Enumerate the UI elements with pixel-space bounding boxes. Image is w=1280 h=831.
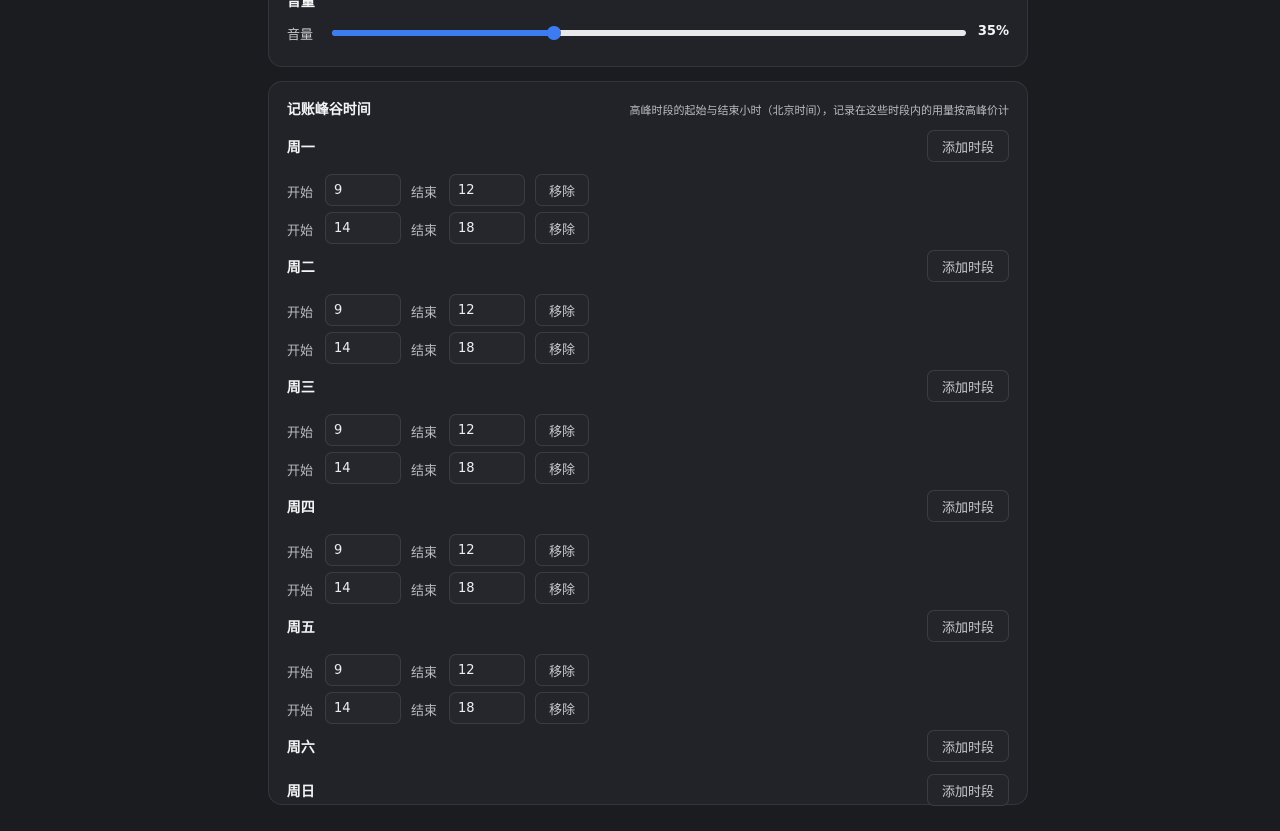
- day-row: 周三 添加时段: [287, 370, 1009, 414]
- remove-slot-button[interactable]: 移除: [535, 212, 589, 244]
- time-slot-row: 开始 结束 移除: [287, 212, 1009, 250]
- add-slot-button[interactable]: 添加时段: [927, 774, 1009, 806]
- end-label: 结束: [411, 224, 438, 239]
- remove-slot-button[interactable]: 移除: [535, 332, 589, 364]
- add-slot-button[interactable]: 添加时段: [927, 370, 1009, 402]
- end-label: 结束: [411, 186, 438, 201]
- end-label: 结束: [411, 426, 438, 441]
- day-name: 周四: [287, 500, 315, 516]
- peak-time-card: 记账峰谷时间 高峰时段的起始与结束小时（北京时间），记录在这些时段内的用量按高峰…: [268, 81, 1028, 806]
- start-hour-input[interactable]: [325, 572, 401, 604]
- end-hour-input[interactable]: [449, 414, 525, 446]
- end-label: 结束: [411, 306, 438, 321]
- day-row: 周二 添加时段: [287, 250, 1009, 294]
- end-label: 结束: [411, 546, 438, 561]
- end-hour-input[interactable]: [449, 654, 525, 686]
- day-row: 周四 添加时段: [287, 490, 1009, 534]
- start-label: 开始: [287, 666, 314, 681]
- start-hour-input[interactable]: [325, 692, 401, 724]
- start-label: 开始: [287, 464, 314, 479]
- end-hour-input[interactable]: [449, 212, 525, 244]
- end-label: 结束: [411, 464, 438, 479]
- day-row: 周五 添加时段: [287, 610, 1009, 654]
- day-list: 周一添加时段开始结束移除开始结束移除周二添加时段开始结束移除开始结束移除周三添加…: [287, 130, 1009, 818]
- remove-slot-button[interactable]: 移除: [535, 452, 589, 484]
- add-slot-button[interactable]: 添加时段: [927, 130, 1009, 162]
- start-label: 开始: [287, 224, 314, 239]
- time-slot-row: 开始 结束 移除: [287, 572, 1009, 610]
- volume-section-title: 音量: [287, 0, 315, 10]
- end-label: 结束: [411, 704, 438, 719]
- start-hour-input[interactable]: [325, 174, 401, 206]
- day-row: 周日 添加时段: [287, 774, 1009, 818]
- start-hour-input[interactable]: [325, 294, 401, 326]
- add-slot-button[interactable]: 添加时段: [927, 250, 1009, 282]
- volume-card: 音量 音量 35%: [268, 0, 1028, 67]
- start-label: 开始: [287, 344, 314, 359]
- start-label: 开始: [287, 546, 314, 561]
- time-slot-row: 开始 结束 移除: [287, 414, 1009, 452]
- day-row: 周一 添加时段: [287, 130, 1009, 174]
- day-name: 周二: [287, 260, 315, 276]
- volume-value: 35%: [977, 24, 1009, 39]
- start-label: 开始: [287, 704, 314, 719]
- remove-slot-button[interactable]: 移除: [535, 572, 589, 604]
- end-hour-input[interactable]: [449, 534, 525, 566]
- peak-section-title: 记账峰谷时间: [287, 102, 371, 118]
- end-hour-input[interactable]: [449, 294, 525, 326]
- remove-slot-button[interactable]: 移除: [535, 294, 589, 326]
- volume-slider-fill: [332, 30, 554, 36]
- end-hour-input[interactable]: [449, 174, 525, 206]
- time-slot-row: 开始 结束 移除: [287, 452, 1009, 490]
- remove-slot-button[interactable]: 移除: [535, 174, 589, 206]
- peak-section-hint: 高峰时段的起始与结束小时（北京时间），记录在这些时段内的用量按高峰价计: [629, 104, 1010, 117]
- time-slot-row: 开始 结束 移除: [287, 294, 1009, 332]
- remove-slot-button[interactable]: 移除: [535, 414, 589, 446]
- day-name: 周六: [287, 740, 315, 756]
- time-slot-row: 开始 结束 移除: [287, 174, 1009, 212]
- start-hour-input[interactable]: [325, 534, 401, 566]
- day-name: 周三: [287, 380, 315, 396]
- start-hour-input[interactable]: [325, 414, 401, 446]
- start-hour-input[interactable]: [325, 654, 401, 686]
- end-label: 结束: [411, 584, 438, 599]
- time-slot-row: 开始 结束 移除: [287, 654, 1009, 692]
- add-slot-button[interactable]: 添加时段: [927, 490, 1009, 522]
- day-name: 周一: [287, 140, 315, 156]
- remove-slot-button[interactable]: 移除: [535, 654, 589, 686]
- start-label: 开始: [287, 306, 314, 321]
- end-label: 结束: [411, 666, 438, 681]
- start-label: 开始: [287, 186, 314, 201]
- end-hour-input[interactable]: [449, 332, 525, 364]
- add-slot-button[interactable]: 添加时段: [927, 610, 1009, 642]
- start-hour-input[interactable]: [325, 452, 401, 484]
- remove-slot-button[interactable]: 移除: [535, 692, 589, 724]
- time-slot-row: 开始 结束 移除: [287, 692, 1009, 730]
- volume-slider[interactable]: [332, 26, 966, 40]
- volume-label: 音量: [287, 28, 314, 43]
- day-row: 周六 添加时段: [287, 730, 1009, 774]
- start-label: 开始: [287, 426, 314, 441]
- end-hour-input[interactable]: [449, 692, 525, 724]
- volume-slider-thumb[interactable]: [546, 26, 561, 40]
- add-slot-button[interactable]: 添加时段: [927, 730, 1009, 762]
- start-hour-input[interactable]: [325, 212, 401, 244]
- start-hour-input[interactable]: [325, 332, 401, 364]
- time-slot-row: 开始 结束 移除: [287, 534, 1009, 572]
- end-hour-input[interactable]: [449, 572, 525, 604]
- remove-slot-button[interactable]: 移除: [535, 534, 589, 566]
- end-label: 结束: [411, 344, 438, 359]
- start-label: 开始: [287, 584, 314, 599]
- day-name: 周日: [287, 784, 315, 800]
- time-slot-row: 开始 结束 移除: [287, 332, 1009, 370]
- end-hour-input[interactable]: [449, 452, 525, 484]
- day-name: 周五: [287, 620, 315, 636]
